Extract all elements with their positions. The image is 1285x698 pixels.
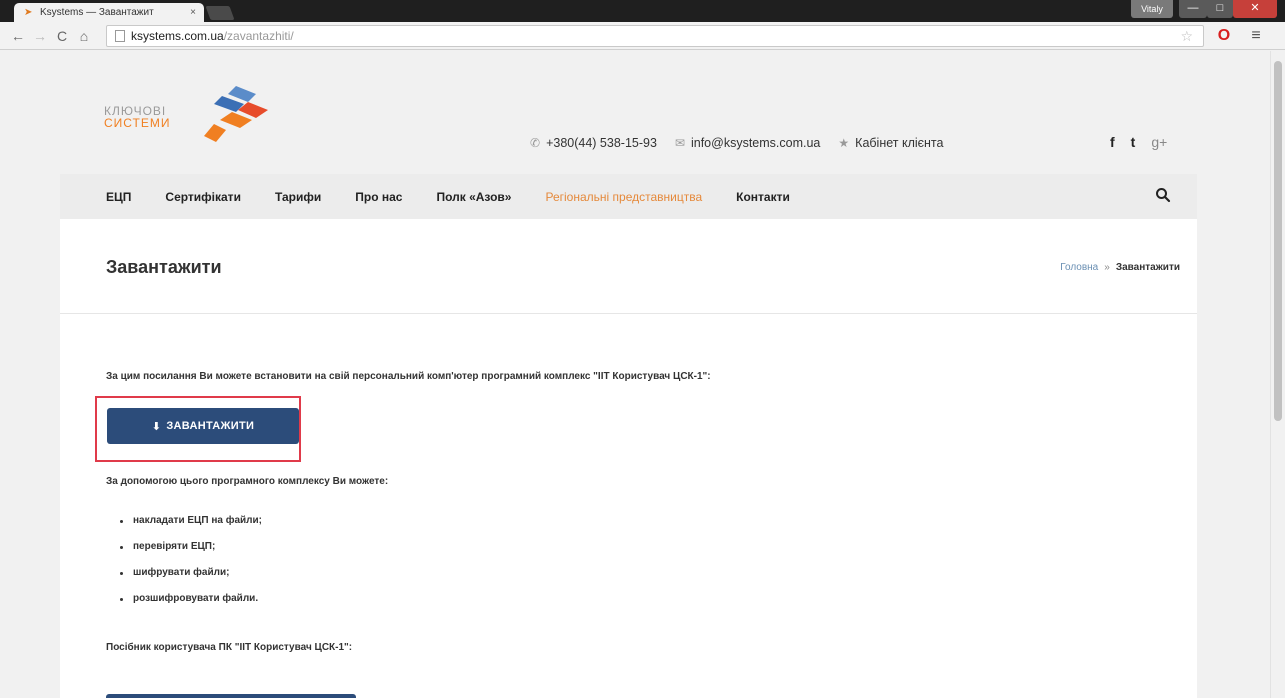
facebook-icon[interactable]: f [1110,134,1115,150]
bullet [120,520,123,523]
list-item: шифрувати файли; [120,567,262,593]
address-bar[interactable]: ksystems.com.ua /zavantazhiti/ ☆ [106,25,1204,47]
list-item: накладати ЕЦП на файли; [120,515,262,541]
nav-item-regional-offices[interactable]: Регіональні представництва [545,190,702,204]
content-area: Завантажити Головна » Завантажити За цим… [60,219,1197,698]
logo-line-2: СИСТЕМИ [104,116,171,130]
feature-text: накладати ЕЦП на файли; [133,515,262,526]
phone-icon: ✆ [530,136,541,150]
window-controls: Vitaly — □ ✕ [1131,0,1277,18]
tab-title: Ksystems — Завантажит [40,7,154,18]
home-icon[interactable]: ⌂ [74,26,94,46]
email-text: info@ksystems.com.ua [690,136,821,150]
phone-text: +380(44) 538-15-93 [546,136,657,150]
reload-icon[interactable]: C [52,26,72,46]
browser-tab[interactable]: ➤ Ksystems — Завантажит × [14,3,204,22]
browser-titlebar: ➤ Ksystems — Завантажит × Vitaly — □ ✕ [0,0,1285,22]
main-navigation: ЕЦП Сертифікати Тарифи Про нас Полк «Азо… [60,174,1197,219]
url-host: ksystems.com.ua [131,29,224,43]
feature-text: шифрувати файли; [133,567,230,578]
window-close-button[interactable]: ✕ [1233,0,1277,18]
nav-item-azov[interactable]: Полк «Азов» [436,190,511,204]
page-title-bar: Завантажити Головна » Завантажити [60,219,1197,314]
header-cabinet-link[interactable]: ★ Кабінет клієнта [838,136,943,150]
cabinet-text: Кабінет клієнта [855,136,944,150]
bullet [120,572,123,575]
back-arrow-icon[interactable]: ← [8,26,28,46]
tab-close-icon[interactable]: × [190,7,196,18]
nav-item-certificates[interactable]: Сертифікати [165,190,241,204]
bullet [120,598,123,601]
download-button[interactable]: ⬇ ЗАВАНТАЖИТИ [107,408,299,444]
star-icon: ★ [838,136,850,150]
nav-item-about[interactable]: Про нас [355,190,402,204]
header-email[interactable]: ✉ info@ksystems.com.ua [675,136,820,150]
minimize-button[interactable]: — [1179,0,1207,18]
browser-toolbar: ← → C ⌂ ksystems.com.ua /zavantazhiti/ ☆… [0,22,1285,50]
features-list: накладати ЕЦП на файли; перевіряти ЕЦП; … [120,515,262,619]
forward-arrow-icon[interactable]: → [30,26,50,46]
opera-extension-icon[interactable]: O [1214,26,1234,46]
search-icon[interactable] [1155,187,1171,203]
google-plus-icon[interactable]: g+ [1151,134,1167,150]
breadcrumb-current: Завантажити [1115,262,1180,273]
header-phone[interactable]: ✆ +380(44) 538-15-93 [530,136,657,150]
nav-item-ecp[interactable]: ЕЦП [106,190,131,204]
feature-text: перевіряти ЕЦП; [133,541,216,552]
download-intro-text: За цим посилання Ви можете встановити на… [106,371,711,382]
breadcrumb: Головна » Завантажити [1060,262,1180,273]
nav-item-tariffs[interactable]: Тарифи [275,190,321,204]
url-path: /zavantazhiti/ [223,29,294,43]
email-icon: ✉ [674,136,685,150]
list-item: розшифровувати файли. [120,593,262,619]
site-logo[interactable]: КЛЮЧОВІ СИСТЕМИ [104,80,284,158]
manual-title: Посібник користувача ПК "ІІТ Користувач … [106,642,353,653]
bullet [120,546,123,549]
features-title: За допомогою цього програмного комплексу… [106,476,389,487]
window-user-badge[interactable]: Vitaly [1131,0,1173,18]
logo-diamond-icon [204,86,268,142]
breadcrumb-home-link[interactable]: Головна [1060,262,1098,273]
download-button-label: ЗАВАНТАЖИТИ [166,420,255,432]
new-tab-button[interactable] [205,6,235,20]
scrollbar-thumb[interactable] [1274,61,1282,421]
feature-text: розшифровувати файли. [133,593,259,604]
page-scrollbar[interactable] [1270,51,1285,698]
page-icon [115,30,125,42]
breadcrumb-separator: » [1104,262,1110,273]
logo-text: КЛЮЧОВІ СИСТЕМИ [104,105,171,129]
browser-menu-icon[interactable]: ≡ [1246,26,1266,46]
manual-download-button[interactable] [106,694,356,698]
page-title: Завантажити [106,257,222,277]
social-links: f t g+ [1110,134,1183,150]
nav-item-contacts[interactable]: Контакти [736,190,790,204]
twitter-icon[interactable]: t [1131,134,1136,150]
download-icon: ⬇ [151,420,162,433]
maximize-button[interactable]: □ [1207,0,1233,18]
site-favicon-icon: ➤ [24,7,33,18]
bookmark-star-icon[interactable]: ☆ [1180,28,1193,45]
header-contacts: ✆ +380(44) 538-15-93 ✉ info@ksystems.com… [530,136,961,150]
list-item: перевіряти ЕЦП; [120,541,262,567]
